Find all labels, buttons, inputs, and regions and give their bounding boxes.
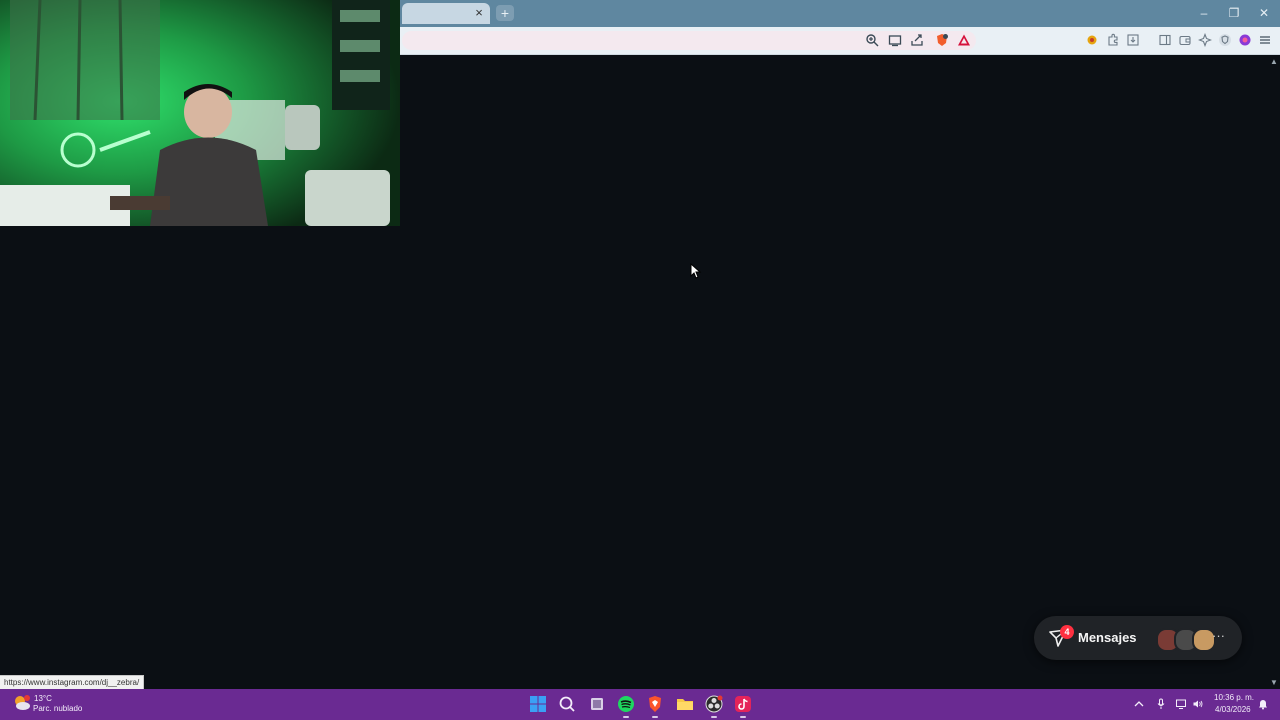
notification-icon[interactable] xyxy=(1257,698,1269,710)
mouse-cursor xyxy=(690,262,702,284)
wallet-icon[interactable] xyxy=(1178,33,1192,47)
brave-shields-icon[interactable] xyxy=(935,33,949,47)
clock-date[interactable]: 4/03/2026 xyxy=(1215,705,1251,714)
restore-button[interactable]: ❐ xyxy=(1226,6,1242,20)
vertical-scrollbar[interactable] xyxy=(1268,55,1280,689)
profile-icon[interactable] xyxy=(1238,33,1252,47)
volume-icon[interactable] xyxy=(1192,698,1204,710)
clock-time[interactable]: 10:36 p. m. xyxy=(1214,693,1254,702)
new-tab-button[interactable]: + xyxy=(496,5,514,21)
status-bar-url: https://www.instagram.com/dj__zebra/ xyxy=(0,675,145,690)
brave-icon[interactable] xyxy=(645,694,665,714)
downloads-icon[interactable] xyxy=(1126,33,1140,47)
file-explorer-icon[interactable] xyxy=(675,694,695,714)
vpn-icon[interactable] xyxy=(1218,33,1232,47)
unread-badge: 4 xyxy=(1060,625,1074,639)
browser-tab-active[interactable]: × xyxy=(402,3,490,24)
minimize-button[interactable]: – xyxy=(1196,6,1212,20)
app-running-indicator xyxy=(623,716,629,718)
weather-icon[interactable] xyxy=(12,693,32,713)
app-running-indicator xyxy=(740,716,746,718)
weather-temperature: 13°C xyxy=(34,694,52,703)
weather-description: Parc. nublado xyxy=(33,704,83,713)
spotify-icon[interactable] xyxy=(616,694,636,714)
messages-widget[interactable]: 4 Mensajes ··· xyxy=(1034,616,1242,660)
sidebar-icon[interactable] xyxy=(1158,33,1172,47)
scroll-down-arrow[interactable]: ▼ xyxy=(1270,679,1278,687)
extension-icon[interactable] xyxy=(1085,33,1099,47)
share-icon[interactable] xyxy=(910,33,924,47)
chevron-up-icon[interactable] xyxy=(1133,698,1145,710)
more-options-icon[interactable]: ··· xyxy=(1212,628,1226,644)
zoom-icon[interactable] xyxy=(865,33,879,47)
obs-icon[interactable] xyxy=(704,694,724,714)
messages-label: Mensajes xyxy=(1078,630,1137,645)
puzzle-icon[interactable] xyxy=(1106,33,1120,47)
network-icon[interactable] xyxy=(1175,698,1187,710)
microphone-icon[interactable] xyxy=(1155,698,1167,710)
windows-taskbar xyxy=(0,689,1280,720)
windows-start-icon[interactable] xyxy=(528,694,548,714)
app-running-indicator xyxy=(711,716,717,718)
leo-ai-icon[interactable] xyxy=(1197,32,1213,48)
tab-close-icon[interactable]: × xyxy=(472,6,486,20)
scroll-up-arrow[interactable]: ▲ xyxy=(1270,58,1278,66)
brave-rewards-icon[interactable] xyxy=(957,33,971,47)
webcam-overlay xyxy=(0,0,400,226)
search-icon[interactable] xyxy=(557,694,577,714)
cast-icon[interactable] xyxy=(888,33,902,47)
task-view-icon[interactable] xyxy=(587,694,607,714)
menu-icon[interactable] xyxy=(1258,33,1272,47)
close-window-button[interactable]: ✕ xyxy=(1256,6,1272,20)
tiktok-icon[interactable] xyxy=(733,694,753,714)
app-running-indicator xyxy=(652,716,658,718)
